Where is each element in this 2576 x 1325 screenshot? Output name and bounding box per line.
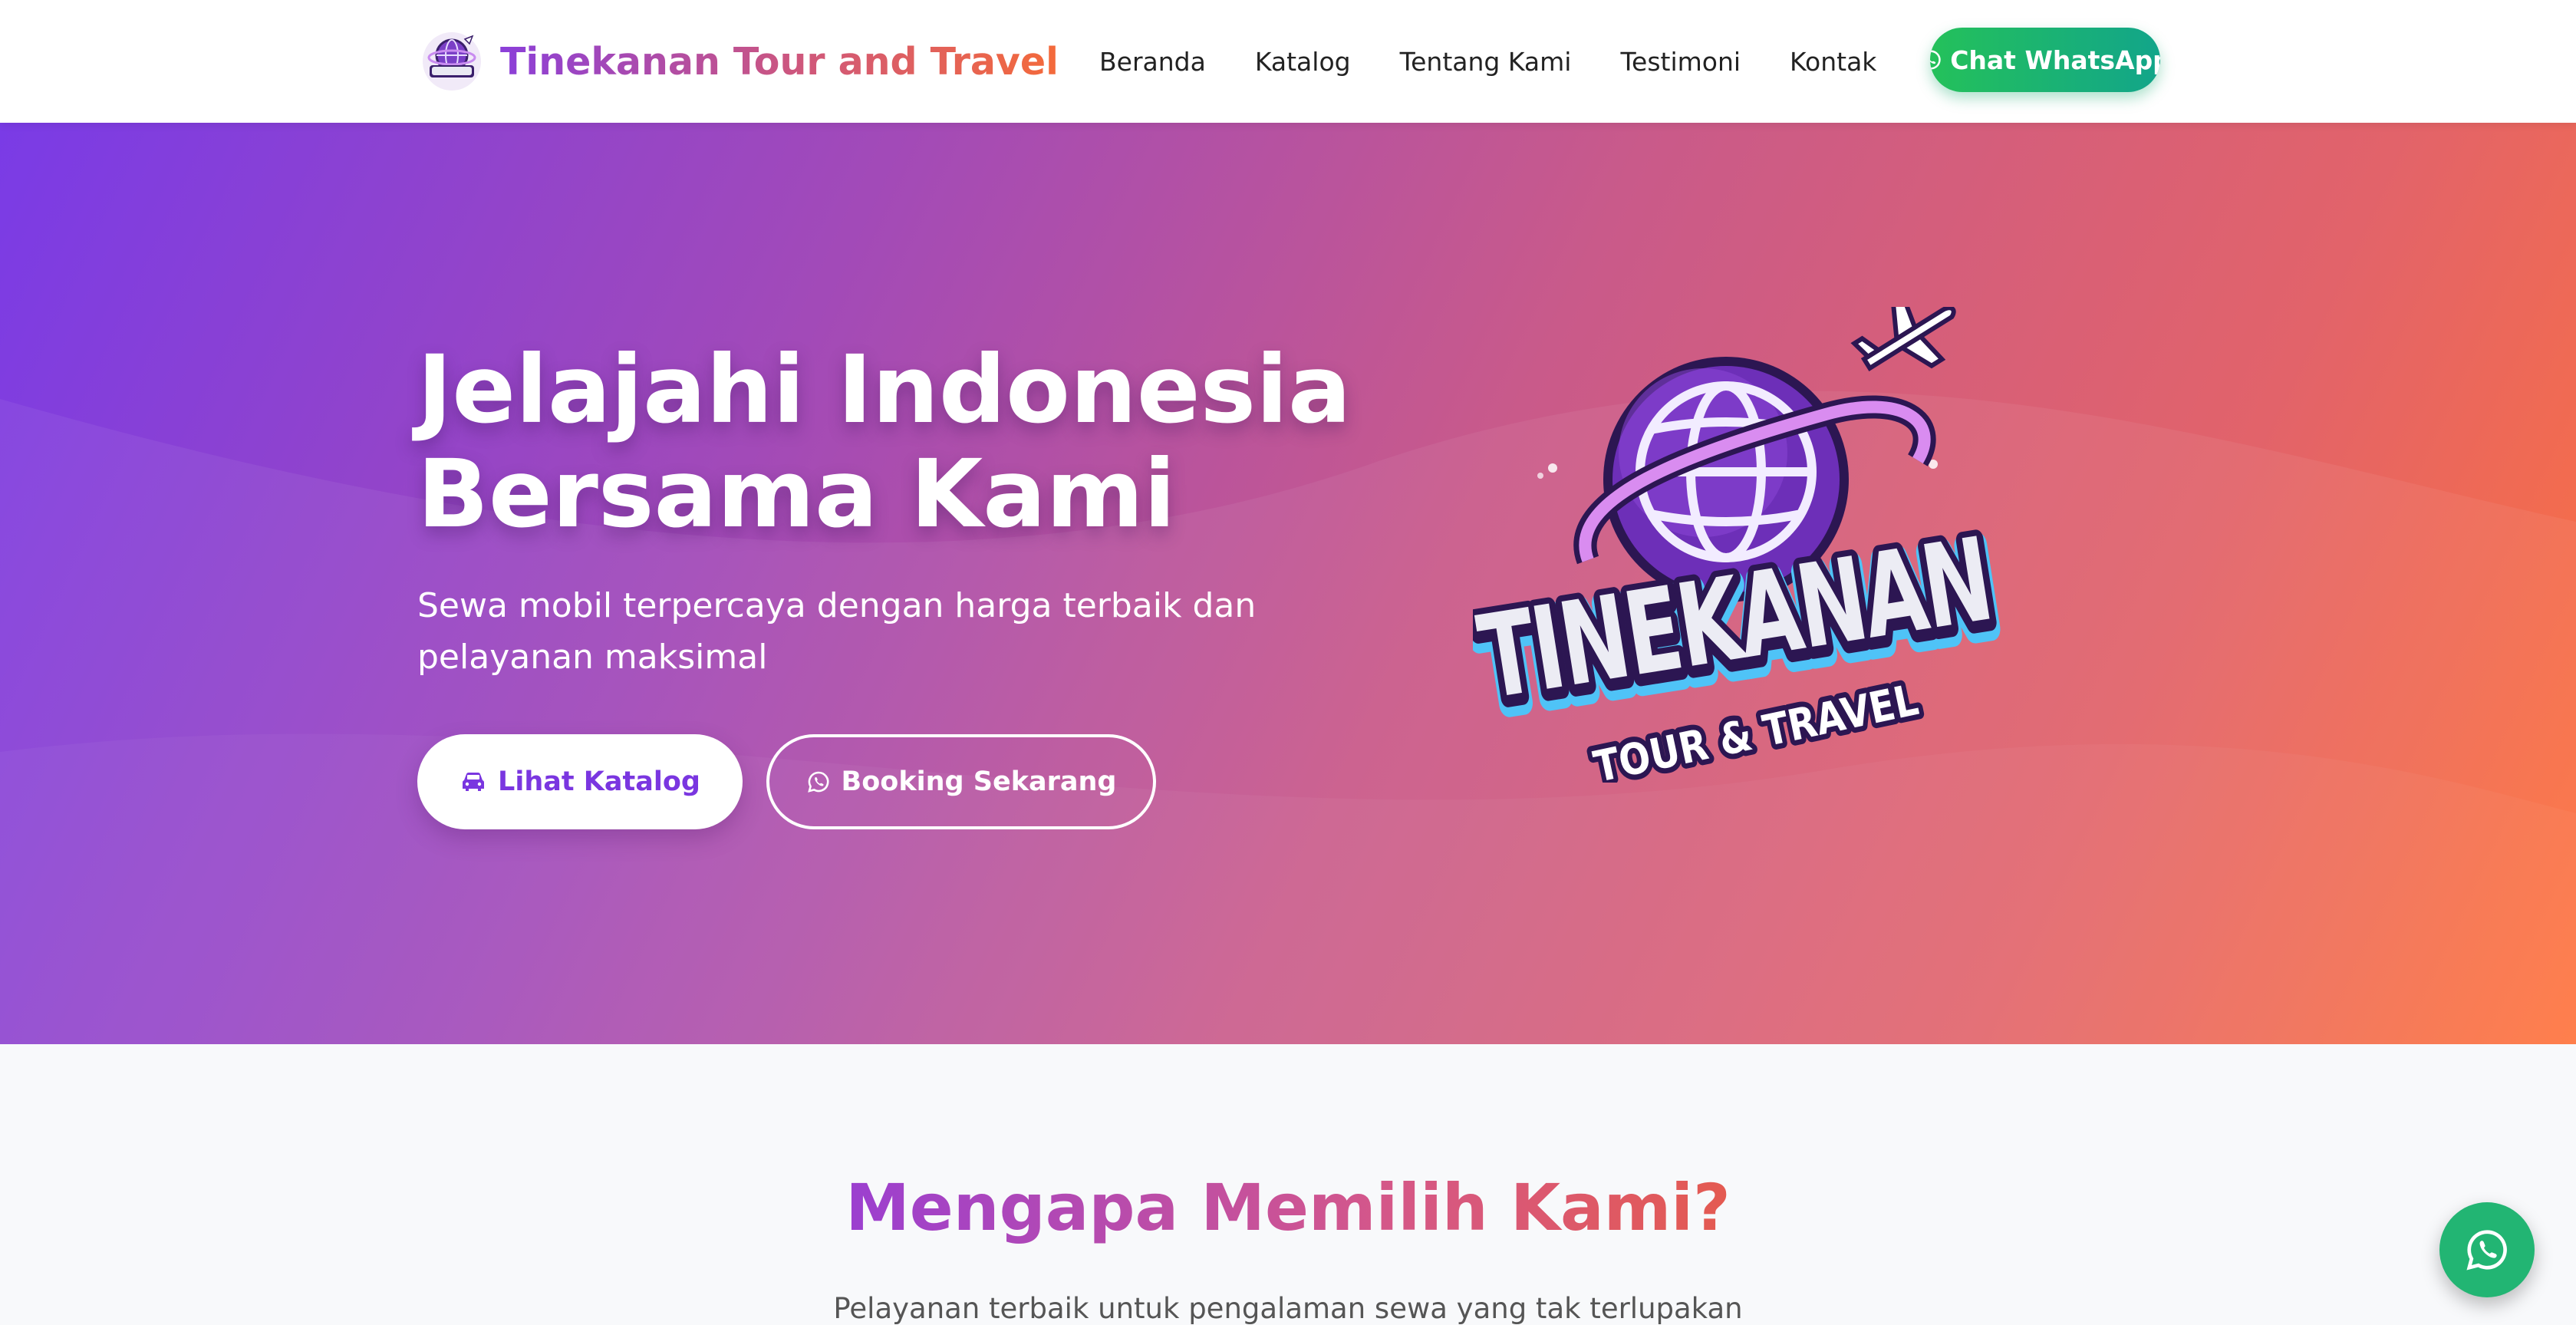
booking-sekarang-label: Booking Sekarang xyxy=(841,766,1117,797)
whatsapp-icon xyxy=(1930,50,1941,70)
nav-links: Beranda Katalog Tentang Kami Testimoni K… xyxy=(1099,40,1876,83)
chat-whatsapp-button[interactable]: Chat WhatsApp xyxy=(1930,28,2160,92)
car-icon xyxy=(463,773,485,791)
why-section-subtitle: Pelayanan terbaik untuk pengalaman sewa … xyxy=(833,1292,1743,1325)
tinekanan-logo-icon xyxy=(423,32,481,91)
brand-name: Tinekanan Tour and Travel xyxy=(500,39,1059,84)
nav-beranda[interactable]: Beranda xyxy=(1099,47,1206,77)
nav-kontak[interactable]: Kontak xyxy=(1790,47,1876,77)
nav-testimoni[interactable]: Testimoni xyxy=(1620,47,1741,77)
tinekanan-hero-logo: TINEKANAN TINEKANAN TINEKANAN TOUR & TRA… xyxy=(1473,307,2014,783)
floating-whatsapp-button[interactable] xyxy=(2439,1202,2535,1297)
booking-sekarang-button[interactable]: Booking Sekarang xyxy=(766,734,1156,829)
lihat-katalog-label: Lihat Katalog xyxy=(498,766,700,797)
why-section-title: Mengapa Memilih Kami? xyxy=(0,1170,2576,1245)
hero-section: Jelajahi Indonesia Bersama Kami Sewa mob… xyxy=(0,123,2576,1044)
hero-subtitle: Sewa mobil terpercaya dengan harga terba… xyxy=(417,586,1257,677)
hero-title-line1: Jelajahi Indonesia xyxy=(417,335,1352,444)
whatsapp-icon xyxy=(2466,1230,2507,1271)
hero-title: Jelajahi Indonesia Bersama Kami xyxy=(417,338,1415,546)
chat-whatsapp-label: Chat WhatsApp xyxy=(1950,44,2160,75)
nav-tentang-kami[interactable]: Tentang Kami xyxy=(1400,47,1572,77)
brand[interactable]: Tinekanan Tour and Travel xyxy=(420,30,1059,93)
why-section-title-text: Mengapa Memilih Kami? xyxy=(845,1170,1731,1245)
nav-katalog[interactable]: Katalog xyxy=(1255,47,1351,77)
navbar: Tinekanan Tour and Travel Beranda Katalo… xyxy=(0,0,2576,123)
hero-title-line2: Bersama Kami xyxy=(417,440,1176,549)
hero-logo-wordmark: TINEKANAN TINEKANAN TINEKANAN TOUR & TRA… xyxy=(1473,507,2014,783)
whatsapp-icon xyxy=(807,771,829,793)
lihat-katalog-button[interactable]: Lihat Katalog xyxy=(417,734,743,829)
